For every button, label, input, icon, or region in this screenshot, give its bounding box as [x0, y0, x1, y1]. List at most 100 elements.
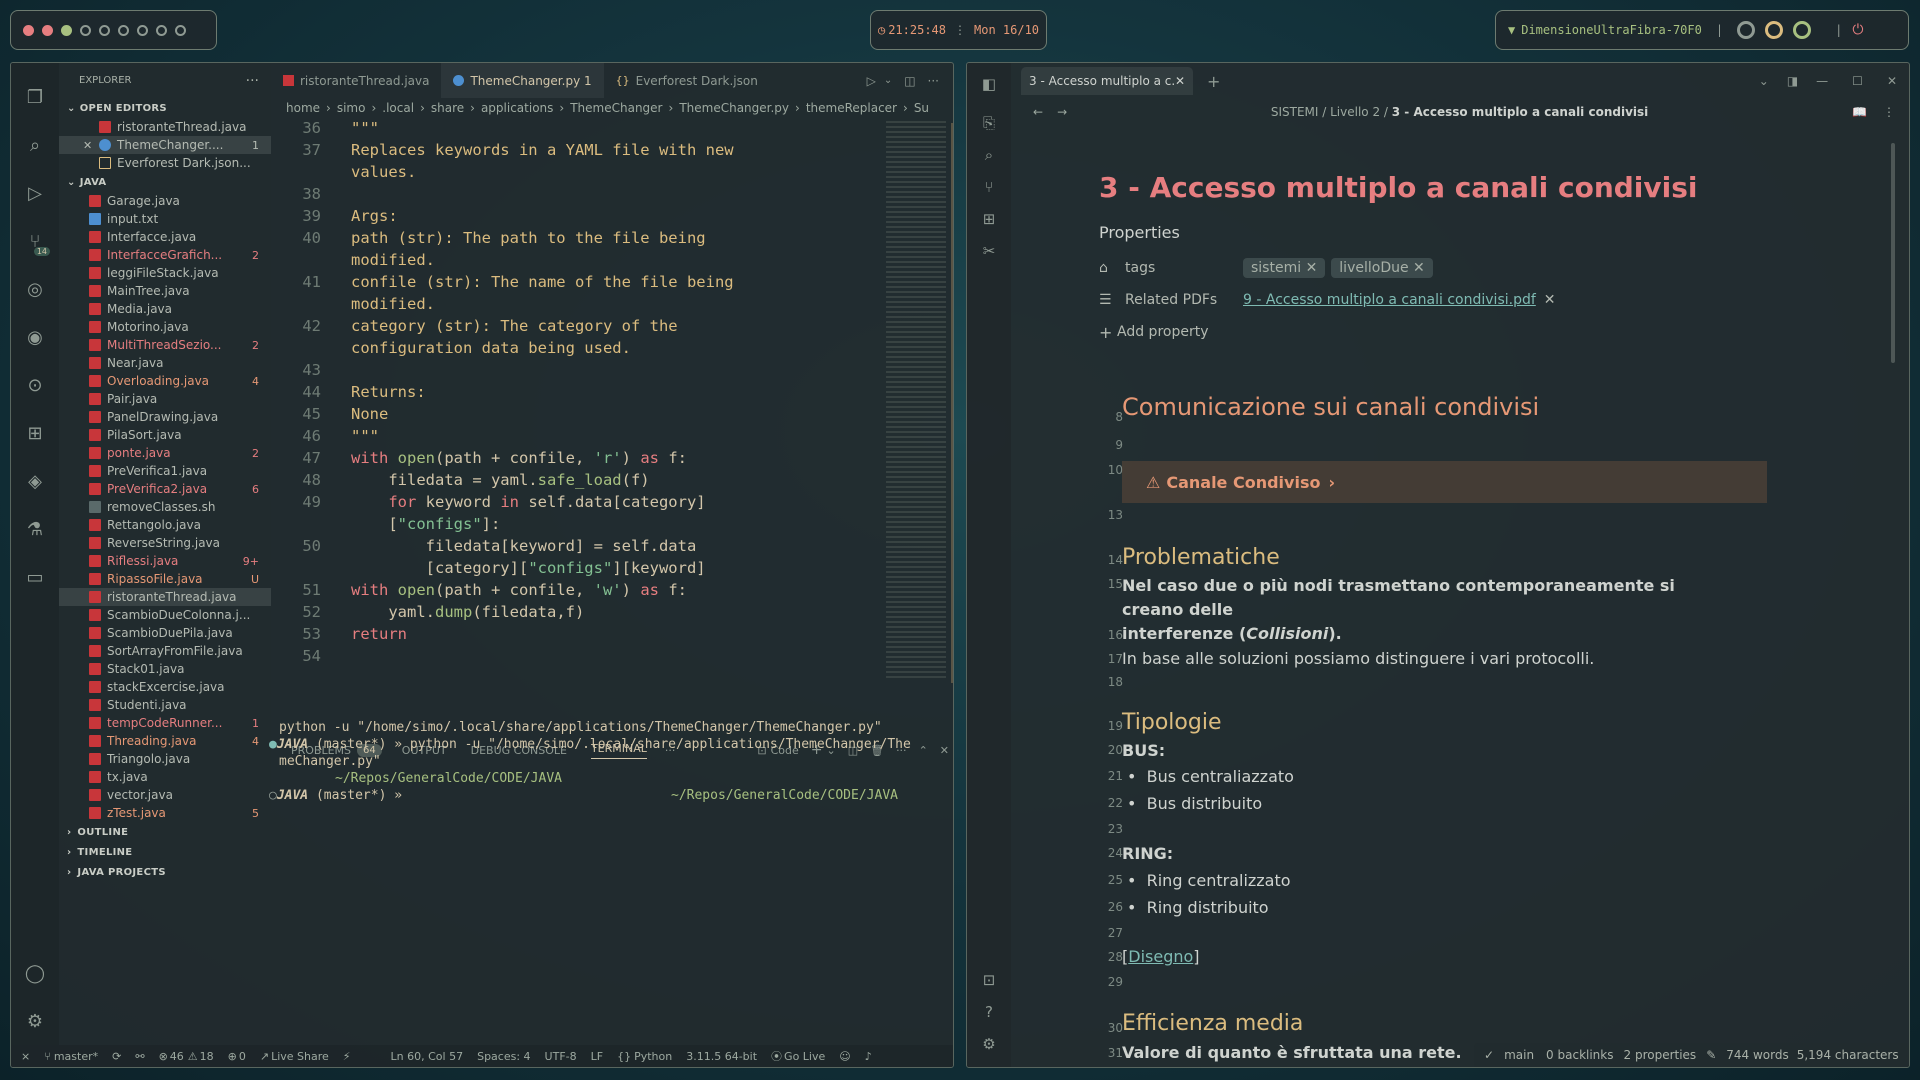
note-body[interactable]: 8 Comunicazione sui canali condivisi 9 1… [967, 63, 1909, 1067]
file-item[interactable]: Riflessi.java 9+ [59, 552, 271, 570]
account-icon[interactable]: ◯ [22, 960, 48, 986]
testing-icon[interactable]: ⚗ [22, 516, 48, 542]
close-dot-icon[interactable] [23, 24, 34, 36]
file-item[interactable]: ReverseString.java [59, 534, 271, 552]
max-dot-icon[interactable] [61, 24, 72, 36]
file-item[interactable]: SortArrayFromFile.java [59, 642, 271, 660]
language-mode[interactable]: Python [634, 1050, 672, 1063]
sync-icon[interactable]: ⟳ [112, 1050, 121, 1063]
workspace-5-icon[interactable] [99, 24, 110, 36]
timeline-header[interactable]: › TIMELINE [59, 842, 271, 862]
breadcrumb-item[interactable]: share [431, 101, 464, 115]
power-icon[interactable]: ⏻ [1852, 22, 1863, 38]
scrollbar[interactable] [951, 123, 953, 683]
minimap[interactable] [886, 121, 946, 681]
file-item[interactable]: Studenti.java [59, 696, 271, 714]
file-item[interactable]: input.txt [59, 210, 271, 228]
file-item[interactable]: MultiThreadSezio... 2 [59, 336, 271, 354]
file-item[interactable]: ScambioDuePila.java [59, 624, 271, 642]
file-item[interactable]: Threading.java 4 [59, 732, 271, 750]
file-item[interactable]: tempCodeRunner... 1 [59, 714, 271, 732]
obsidian-scrollbar[interactable] [1891, 143, 1895, 363]
end-of-line[interactable]: LF [591, 1050, 603, 1063]
workspace-7-icon[interactable] [137, 24, 148, 36]
file-item[interactable]: Overloading.java 4 [59, 372, 271, 390]
file-item[interactable]: ScambioDueColonna.j... [59, 606, 271, 624]
java-projects-header[interactable]: › JAVA PROJECTS [59, 862, 271, 882]
chevron-down-icon[interactable]: ⌄ [884, 75, 892, 86]
breadcrumb-item[interactable]: ThemeChanger [570, 101, 662, 115]
open-editor-item[interactable]: ristoranteThread.java [59, 118, 271, 136]
more-actions-icon[interactable]: ··· [246, 73, 259, 89]
file-item[interactable]: Media.java [59, 300, 271, 318]
file-item[interactable]: PilaSort.java [59, 426, 271, 444]
file-item[interactable]: Stack01.java [59, 660, 271, 678]
lightning-icon[interactable]: ⚡ [343, 1050, 351, 1063]
disegno-link[interactable]: [Disegno] [1122, 947, 1200, 966]
brightness-ring-icon[interactable] [1765, 21, 1784, 39]
breadcrumb-item[interactable]: applications [481, 101, 553, 115]
file-item[interactable]: InterfacceGrafich... 2 [59, 246, 271, 264]
git-graph-status-icon[interactable]: ⚯ [135, 1050, 144, 1063]
file-item[interactable]: removeClasses.sh [59, 498, 271, 516]
file-item[interactable]: PanelDrawing.java [59, 408, 271, 426]
run-debug-icon[interactable]: ▷ [22, 180, 48, 206]
open-editors-header[interactable]: ⌄ OPEN EDITORS [59, 98, 271, 118]
cursor-position[interactable]: Ln 60, Col 57 [391, 1050, 464, 1063]
workspace-9-icon[interactable] [175, 24, 186, 36]
search-icon[interactable]: ⌕ [22, 132, 48, 158]
file-item[interactable]: Pair.java [59, 390, 271, 408]
explorer-icon[interactable]: ❐ [22, 84, 48, 110]
close-editor-icon[interactable]: ✕ [83, 139, 92, 152]
encoding[interactable]: UTF-8 [545, 1050, 577, 1063]
file-item[interactable]: PreVerifica1.java [59, 462, 271, 480]
file-item[interactable]: vector.java [59, 786, 271, 804]
breadcrumb-item[interactable]: ThemeChanger.py [679, 101, 789, 115]
min-dot-icon[interactable] [42, 24, 53, 36]
file-item[interactable]: Motorino.java [59, 318, 271, 336]
workspace-4-icon[interactable] [80, 24, 91, 36]
indentation[interactable]: Spaces: 4 [477, 1050, 530, 1063]
workspace-8-icon[interactable] [156, 24, 167, 36]
file-item[interactable]: Interfacce.java [59, 228, 271, 246]
extensions-icon[interactable]: ⊞ [22, 420, 48, 446]
ports-count[interactable]: 0 [239, 1050, 246, 1063]
bell-icon[interactable]: ♪ [865, 1050, 872, 1063]
file-item[interactable]: PreVerifica2.java 6 [59, 480, 271, 498]
properties-count[interactable]: 2 properties [1624, 1048, 1697, 1062]
warning-count[interactable]: 18 [200, 1050, 214, 1063]
open-editor-item[interactable]: ✕ ThemeChanger.... 1 [59, 136, 271, 154]
terminal[interactable]: python -u "/home/simo/.local/share/appli… [269, 719, 949, 804]
error-count[interactable]: 46 [170, 1050, 184, 1063]
go-live-button[interactable]: Go Live [784, 1050, 825, 1063]
file-item[interactable]: MainTree.java [59, 282, 271, 300]
live-share-button[interactable]: Live Share [271, 1050, 329, 1063]
editor-tab[interactable]: ristoranteThread.java [271, 63, 441, 98]
workspace-6-icon[interactable] [118, 24, 129, 36]
file-item[interactable]: RipassoFile.java U [59, 570, 271, 588]
breadcrumb-item[interactable]: home [286, 101, 320, 115]
callout-block[interactable]: ⚠ Canale Condiviso › [1122, 461, 1767, 503]
breadcrumb-item[interactable]: Su [914, 101, 929, 115]
disegno-link-text[interactable]: Disegno [1128, 947, 1193, 966]
file-item[interactable]: Garage.java [59, 192, 271, 210]
outline-header[interactable]: › OUTLINE [59, 822, 271, 842]
volume-ring-icon[interactable] [1737, 21, 1756, 39]
file-item[interactable]: ponte.java 2 [59, 444, 271, 462]
git-branch[interactable]: main [1504, 1048, 1534, 1062]
open-editor-item[interactable]: Everforest Dark.json... [59, 154, 271, 172]
breadcrumb-item[interactable]: themeReplacer [806, 101, 897, 115]
source-control-icon[interactable]: ⑂ 14 [22, 228, 50, 256]
file-item[interactable]: Rettangolo.java [59, 516, 271, 534]
breadcrumb-item[interactable]: simo [337, 101, 366, 115]
editor-tab[interactable]: ThemeChanger.py 1 [441, 63, 604, 98]
file-item[interactable]: Near.java [59, 354, 271, 372]
wifi-name[interactable]: DimensioneUltraFibra-70F0 [1521, 23, 1702, 37]
settings-gear-icon[interactable]: ⚙ [22, 1008, 48, 1034]
split-editor-icon[interactable]: ◫ [904, 74, 915, 88]
branch-name[interactable]: master* [54, 1050, 98, 1063]
code-editor[interactable]: 36 """ 37 Replaces keywords in a YAML file … [271, 119, 953, 719]
battery-ring-icon[interactable] [1793, 21, 1812, 39]
remote-icon[interactable]: ⨯ [21, 1050, 30, 1063]
file-item[interactable]: zTest.java 5 [59, 804, 271, 822]
